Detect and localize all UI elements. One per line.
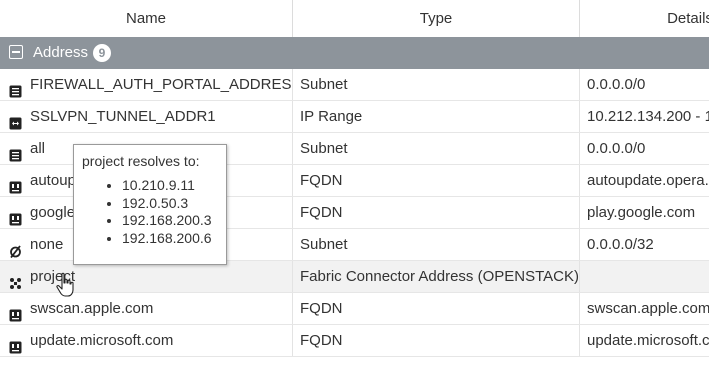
row-details: 0.0.0.0/32 — [587, 236, 654, 253]
details-cell[interactable]: play.google.com — [580, 197, 709, 228]
table-row[interactable]: project Fabric Connector Address (OPENSTA… — [0, 261, 709, 293]
type-cell[interactable]: Subnet — [293, 133, 580, 164]
type-cell[interactable]: FQDN — [293, 197, 580, 228]
details-cell[interactable]: autoupdate.opera.c — [580, 165, 709, 196]
details-cell[interactable]: 0.0.0.0/0 — [580, 133, 709, 164]
row-type: FQDN — [300, 332, 343, 349]
row-details: 0.0.0.0/0 — [587, 76, 646, 93]
type-cell[interactable]: Subnet — [293, 229, 580, 260]
row-name: autoup — [30, 172, 76, 189]
tooltip-address-list: 10.210.9.11 192.0.50.3 192.168.200.3 192… — [74, 177, 212, 247]
tooltip-address-item: 192.0.50.3 — [122, 195, 212, 213]
group-header-address[interactable]: Address 9 — [0, 37, 709, 69]
row-details: swscan.apple.com — [587, 300, 709, 317]
tooltip-title: project resolves to: — [82, 153, 200, 169]
group-title: Address — [33, 44, 89, 61]
hand-cursor-icon — [56, 272, 74, 297]
type-cell[interactable]: Fabric Connector Address (OPENSTACK) — [293, 261, 580, 292]
row-details: 0.0.0.0/0 — [587, 140, 646, 157]
row-name: FIREWALL_AUTH_PORTAL_ADDRESS — [30, 76, 293, 93]
column-header-type[interactable]: Type — [293, 0, 580, 37]
row-type: FQDN — [300, 172, 343, 189]
details-cell[interactable]: update.microsoft.c — [580, 325, 709, 356]
row-details: update.microsoft.c — [587, 332, 709, 349]
fqdn-icon — [9, 206, 22, 226]
row-name: SSLVPN_TUNNEL_ADDR1 — [30, 108, 216, 125]
collapse-icon[interactable] — [9, 45, 23, 59]
fqdn-icon — [9, 334, 22, 354]
tooltip-address-item: 192.168.200.3 — [122, 212, 212, 230]
column-header-details[interactable]: Details — [580, 0, 709, 37]
table-row[interactable]: FIREWALL_AUTH_PORTAL_ADDRESS Subnet 0.0.0.… — [0, 69, 709, 101]
subnet-icon — [9, 78, 22, 98]
name-cell[interactable]: update.microsoft.com — [0, 325, 293, 356]
fqdn-icon — [9, 302, 22, 322]
type-cell[interactable]: Subnet — [293, 69, 580, 100]
row-details: 10.212.134.200 - 1 — [587, 108, 709, 125]
column-header-name[interactable]: Name — [0, 0, 293, 37]
row-type: IP Range — [300, 108, 363, 125]
tooltip-address-item: 10.210.9.11 — [122, 177, 212, 195]
type-cell[interactable]: FQDN — [293, 293, 580, 324]
ip-range-icon — [9, 110, 22, 130]
subnet-icon — [9, 142, 22, 162]
row-name: swscan.apple.com — [30, 300, 154, 317]
table-row[interactable]: SSLVPN_TUNNEL_ADDR1 IP Range 10.212.134.20… — [0, 101, 709, 133]
row-name: none — [30, 236, 64, 253]
fqdn-icon — [9, 174, 22, 194]
details-cell[interactable]: 0.0.0.0/0 — [580, 69, 709, 100]
row-name: all — [30, 140, 46, 157]
details-cell[interactable]: 10.212.134.200 - 1 — [580, 101, 709, 132]
row-name: update.microsoft.com — [30, 332, 174, 349]
row-type: Subnet — [300, 236, 348, 253]
none-icon — [9, 238, 22, 259]
fabric-connector-icon — [9, 270, 22, 289]
row-type: Fabric Connector Address (OPENSTACK) — [300, 268, 579, 285]
type-cell[interactable]: FQDN — [293, 325, 580, 356]
table-header: Name Type Details — [0, 0, 709, 38]
row-type: FQDN — [300, 300, 343, 317]
group-count-badge: 9 — [93, 44, 111, 62]
name-cell[interactable]: project — [0, 261, 293, 292]
row-type: Subnet — [300, 76, 348, 93]
row-name: google — [30, 204, 76, 221]
details-cell[interactable]: 0.0.0.0/32 — [580, 229, 709, 260]
row-details: play.google.com — [587, 204, 696, 221]
type-cell[interactable]: FQDN — [293, 165, 580, 196]
resolve-tooltip: project resolves to: 10.210.9.11 192.0.5… — [73, 144, 227, 265]
row-type: FQDN — [300, 204, 343, 221]
table-row[interactable]: update.microsoft.com FQDN update.microsoft… — [0, 325, 709, 357]
name-cell[interactable]: swscan.apple.com — [0, 293, 293, 324]
type-cell[interactable]: IP Range — [293, 101, 580, 132]
table-row[interactable]: swscan.apple.com FQDN swscan.apple.com — [0, 293, 709, 325]
row-type: Subnet — [300, 140, 348, 157]
details-cell[interactable]: swscan.apple.com — [580, 293, 709, 324]
name-cell[interactable]: FIREWALL_AUTH_PORTAL_ADDRESS — [0, 69, 293, 100]
details-cell[interactable] — [580, 261, 709, 292]
tooltip-address-item: 192.168.200.6 — [122, 230, 212, 248]
row-details: autoupdate.opera.c — [587, 172, 709, 189]
name-cell[interactable]: SSLVPN_TUNNEL_ADDR1 — [0, 101, 293, 132]
